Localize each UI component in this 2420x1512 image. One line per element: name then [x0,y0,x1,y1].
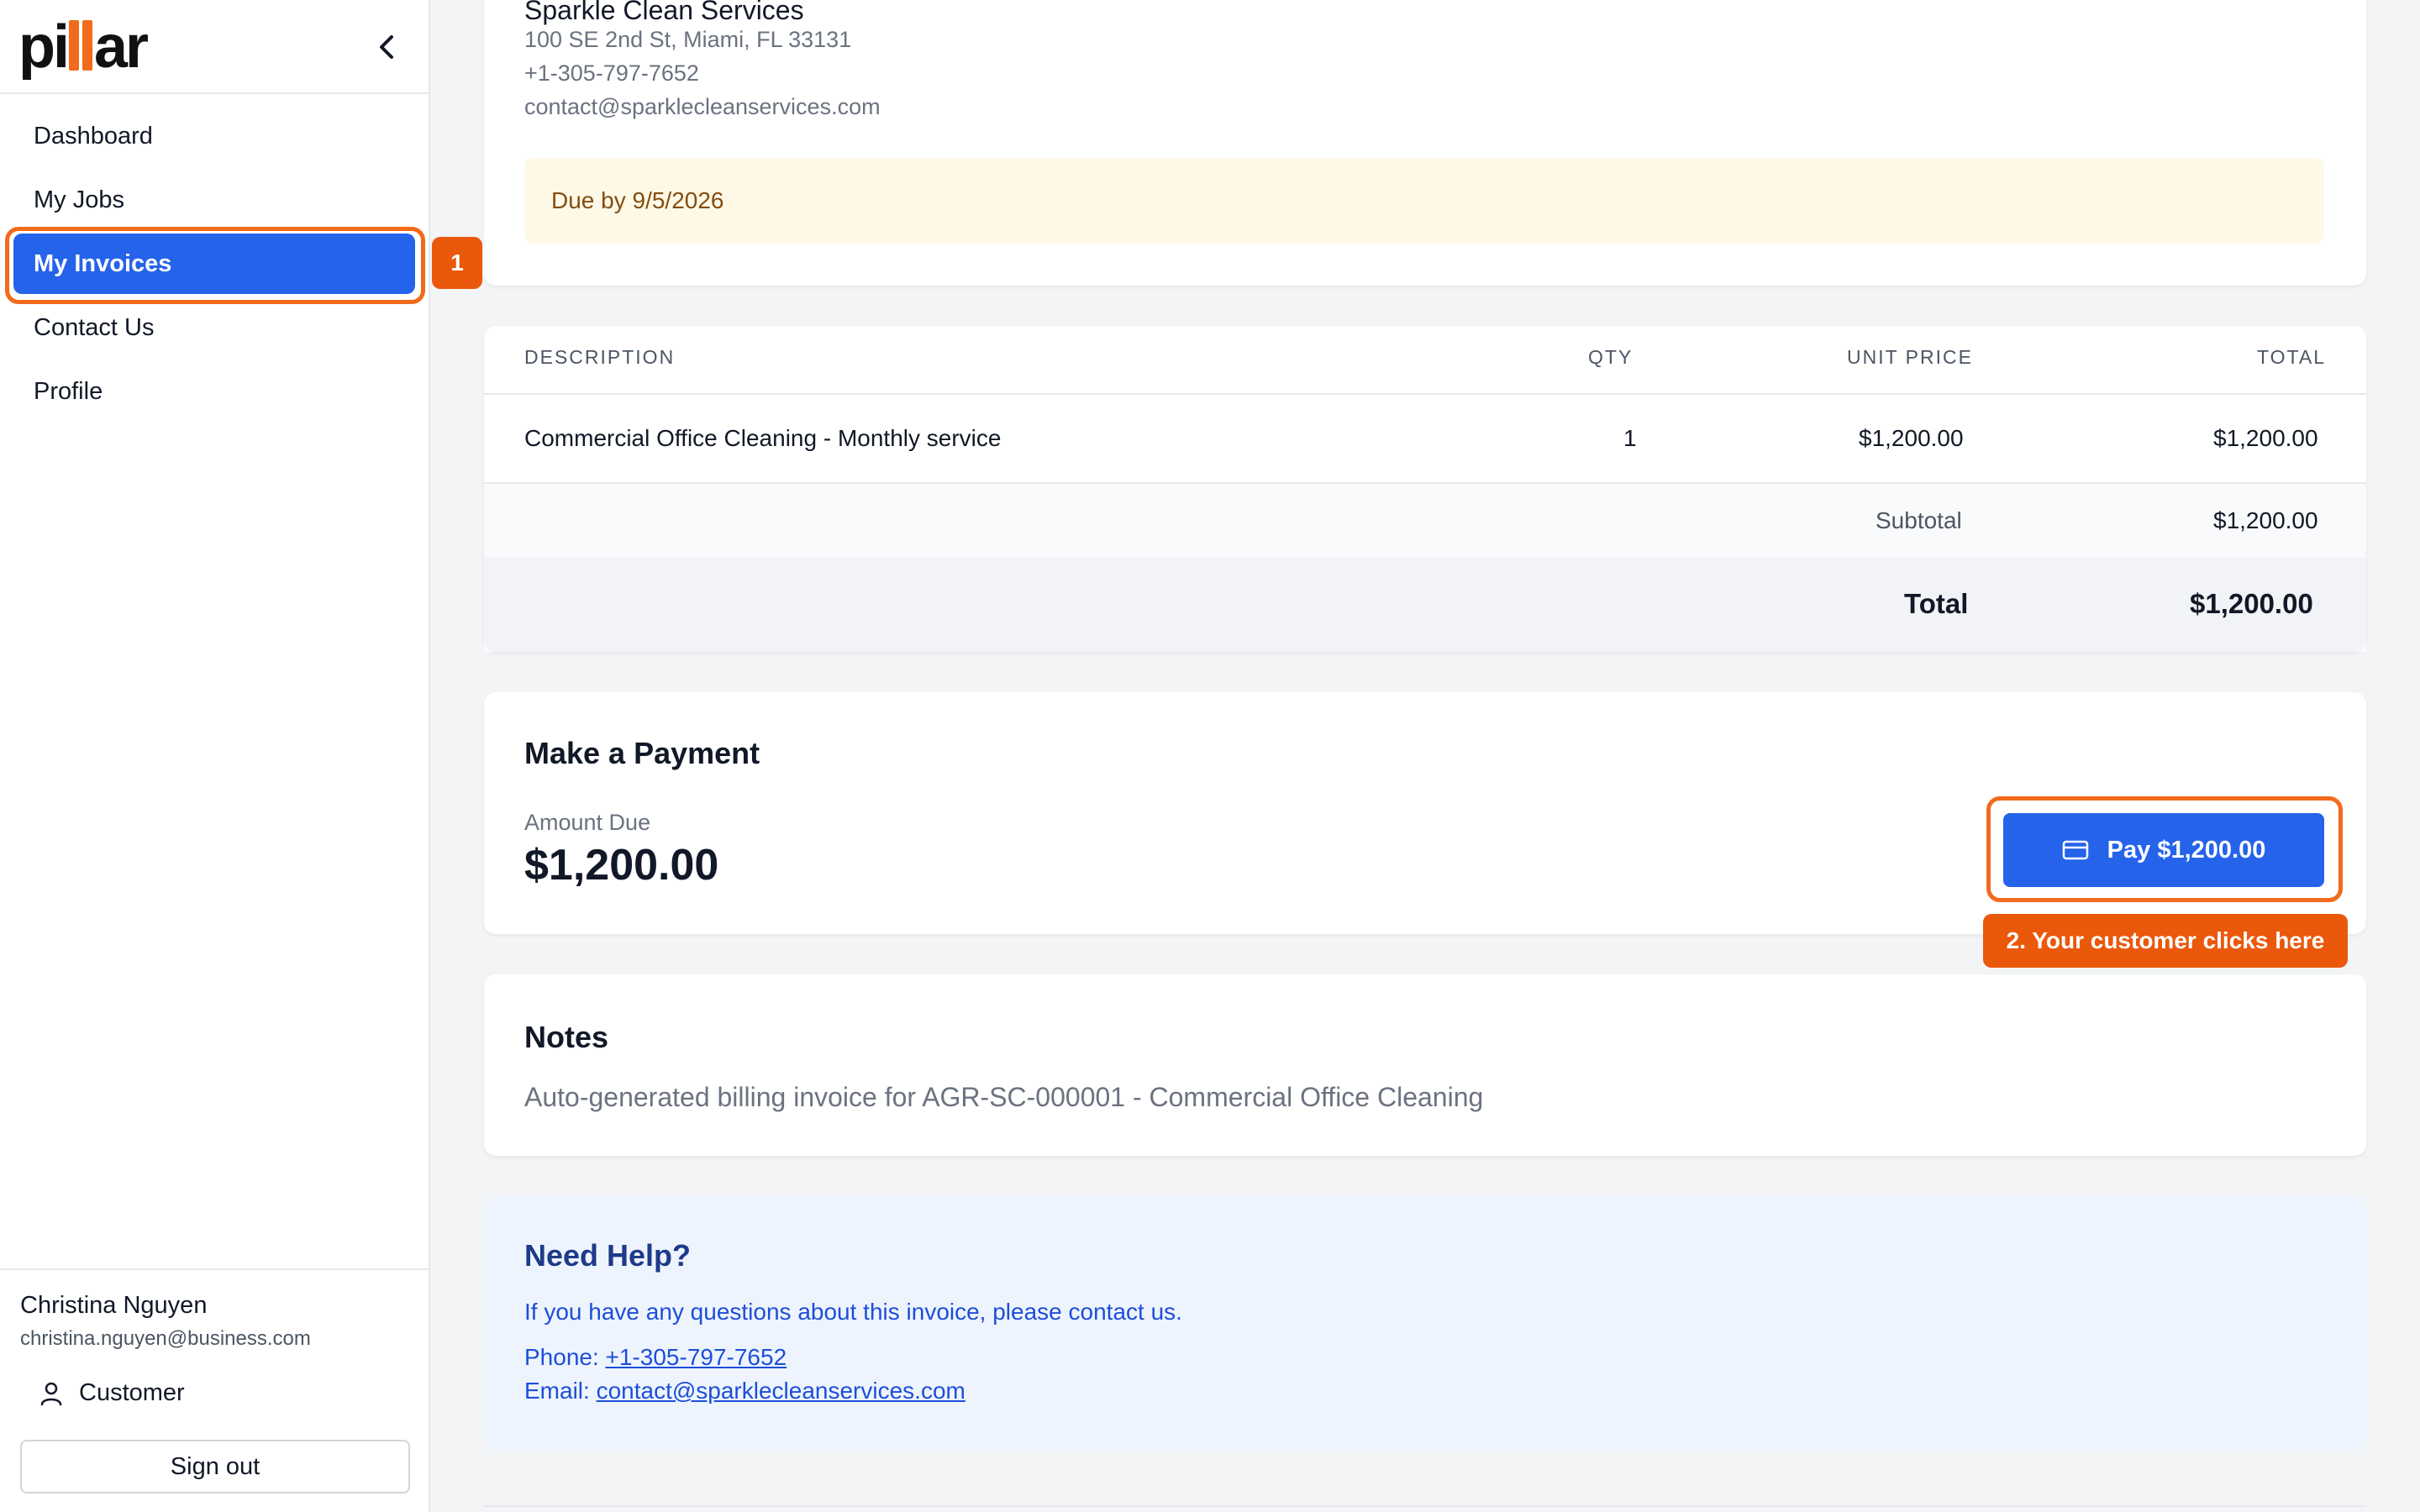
company-email: contact@sparklecleanservices.com [524,94,881,119]
step-2-callout: 2. Your customer clicks here [1983,914,2348,968]
company-address: 100 SE 2nd St, Miami, FL 33131 [524,27,852,52]
user-role: Customer [39,1379,185,1407]
sidebar-item-profile[interactable]: Profile [13,361,415,422]
company-card: Sparkle Clean Services 100 SE 2nd St, Mi… [484,0,2366,286]
notes-text: Auto-generated billing invoice for AGR-S… [524,1082,1484,1112]
notes-card: Notes Auto-generated billing invoice for… [484,974,2366,1156]
payment-card: Make a Payment Amount Due $1,200.00 Pay … [484,692,2366,934]
company-phone: +1-305-797-7652 [524,60,699,86]
amount-due-label: Amount Due [524,810,651,835]
app: pi ar Dashboard My Jobs My Invoices Conta… [0,0,2420,1512]
help-title: Need Help? [524,1238,692,1273]
amount-due-value: $1,200.00 [524,841,719,890]
sidebar-item-contact-us[interactable]: Contact Us [13,297,415,358]
item-unit-price: $1,200.00 [1859,425,1964,451]
collapse-sidebar-button[interactable] [366,29,407,66]
column-header-qty: QTY [1588,346,1634,368]
help-card: Need Help? If you have any questions abo… [484,1196,2366,1450]
total-band [484,558,2366,652]
total-label: Total [1904,588,1969,619]
help-email-label: Email: [524,1378,590,1404]
help-email-link[interactable]: contact@sparklecleanservices.com [597,1378,965,1404]
total-value: $1,200.00 [2190,588,2313,619]
help-phone-row: Phone: +1-305-797-7652 [524,1344,786,1371]
user-icon [40,1382,62,1405]
page-bottom-divider [484,1505,2366,1507]
sidebar-item-dashboard[interactable]: Dashboard [13,106,415,166]
column-header-description: DESCRIPTION [524,346,676,368]
help-email-row: Email: contact@sparklecleanservices.com [524,1378,965,1404]
subtotal-label: Subtotal [1876,507,1962,533]
due-date-banner: Due by 9/5/2026 [524,158,2324,244]
sign-out-button[interactable]: Sign out [20,1440,410,1494]
help-phone-link[interactable]: +1-305-797-7652 [606,1344,787,1370]
column-header-unit-price: UNIT PRICE [1847,346,1973,368]
notes-title: Notes [524,1020,609,1054]
pay-button[interactable]: Pay $1,200.00 [2003,813,2324,887]
help-phone-label: Phone: [524,1344,599,1370]
company-name: Sparkle Clean Services [524,0,804,25]
chevron-left-icon [380,35,393,59]
item-total: $1,200.00 [2213,425,2318,451]
user-role-label: Customer [79,1379,185,1406]
item-description: Commercial Office Cleaning - Monthly ser… [524,425,1002,451]
user-panel: Christina Nguyen christina.nguyen@busine… [0,1268,429,1512]
brand-header: pi ar [0,0,429,94]
pillar-logo: pi ar [18,13,149,81]
row-divider [484,482,2366,484]
sidebar-item-my-invoices[interactable]: My Invoices [13,234,415,294]
pay-button-label: Pay $1,200.00 [2107,836,2266,864]
sidebar-item-my-jobs[interactable]: My Jobs [13,170,415,230]
user-name: Christina Nguyen [20,1292,208,1319]
header-divider [484,393,2366,395]
credit-card-icon [2062,840,2088,860]
step-1-badge: 1 [432,237,482,289]
subtotal-value: $1,200.00 [2213,507,2318,533]
column-header-total: TOTAL [2257,346,2326,368]
payment-title: Make a Payment [524,736,760,770]
user-email: christina.nguyen@business.com [20,1327,311,1350]
help-text: If you have any questions about this inv… [524,1299,1182,1325]
item-qty: 1 [1623,425,1637,451]
sidebar: pi ar Dashboard My Jobs My Invoices Conta… [0,0,430,1512]
